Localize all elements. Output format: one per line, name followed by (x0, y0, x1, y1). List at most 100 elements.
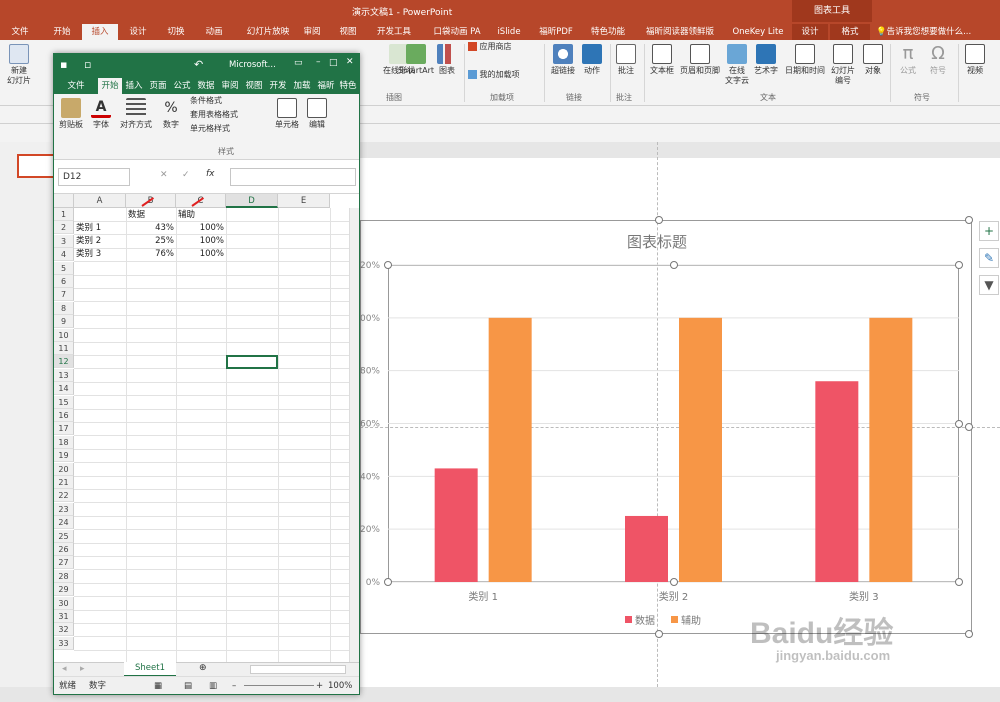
wordart-button[interactable]: 艺术字 (752, 42, 780, 90)
row-header[interactable]: 16 (54, 409, 74, 422)
clipboard-button[interactable]: 剪贴板 (56, 96, 86, 144)
row-header[interactable]: 27 (54, 556, 74, 570)
tab-islide[interactable]: iSlide (494, 24, 524, 40)
col-header-d[interactable]: D (226, 194, 278, 208)
xl-tab-view[interactable]: 视图 (242, 78, 266, 94)
row-header[interactable]: 4 (54, 248, 74, 262)
cell-b2[interactable]: 43% (126, 222, 174, 235)
spreadsheet-grid[interactable]: A B C D E 123456789101112131415161718192… (54, 194, 359, 662)
bar-1-2[interactable] (625, 515, 668, 582)
tab-insert[interactable]: 插入 (82, 24, 118, 40)
row-header[interactable]: 5 (54, 261, 74, 275)
x-tick-label[interactable]: 类别 3 (849, 590, 879, 603)
save-icon[interactable]: ▪ (60, 58, 67, 71)
select-all-corner[interactable] (54, 194, 74, 208)
col-header-a[interactable]: A (74, 194, 126, 208)
tab-foxit-reader[interactable]: 福昕阅读器领鲜版 (640, 24, 720, 40)
xl-tab-features[interactable]: 特色 (338, 78, 358, 94)
cell-b4[interactable]: 76% (126, 248, 174, 261)
normal-view-icon[interactable]: ▦ (154, 677, 162, 695)
cell-a4[interactable]: 类别 3 (76, 248, 101, 261)
tab-view[interactable]: 视图 (332, 24, 364, 40)
next-sheet-icon[interactable]: ▸ (80, 664, 85, 674)
resize-handle[interactable] (655, 216, 663, 224)
bar-1-1[interactable] (434, 468, 478, 582)
y-tick-label[interactable]: 100% (360, 314, 380, 324)
tab-developer[interactable]: 开发工具 (372, 24, 416, 40)
resize-handle[interactable] (965, 423, 973, 431)
tab-transitions[interactable]: 切换 (158, 24, 194, 40)
bar-2-3[interactable] (869, 317, 913, 582)
xl-tab-file[interactable]: 文件 (58, 78, 94, 94)
xl-tab-foxit[interactable]: 福昕 (314, 78, 338, 94)
minimize-icon[interactable]: – (316, 57, 321, 67)
video-button[interactable]: 视频 (962, 42, 988, 90)
cell-c2[interactable]: 100% (176, 222, 224, 235)
plot-handle[interactable] (955, 578, 963, 586)
row-header[interactable]: 6 (54, 275, 74, 288)
table-format-button[interactable]: 套用表格格式 (190, 110, 270, 122)
row-header[interactable]: 9 (54, 315, 74, 329)
cancel-icon[interactable]: ✕ (160, 170, 168, 180)
prev-sheet-icon[interactable]: ◂ (62, 664, 67, 674)
smartart-button[interactable]: SmartArt (396, 42, 436, 90)
row-header[interactable]: 14 (54, 382, 74, 396)
row-header[interactable]: 24 (54, 516, 74, 530)
cell-b3[interactable]: 25% (126, 235, 174, 248)
tab-pocket-animation[interactable]: 口袋动画 PA (424, 24, 490, 40)
xl-tab-developer[interactable]: 开发 (266, 78, 290, 94)
plot-handle[interactable] (670, 578, 678, 586)
my-addins-button[interactable]: 我的加载项 (468, 70, 540, 84)
confirm-icon[interactable]: ✓ (182, 170, 190, 180)
zoom-in-icon[interactable]: + (316, 677, 323, 695)
textbox-button[interactable]: 文本框 (646, 42, 678, 90)
page-layout-icon[interactable]: ▤ (184, 677, 192, 695)
cell-style-button[interactable]: 单元格样式 (190, 124, 270, 136)
tab-animations[interactable]: 动画 (196, 24, 232, 40)
formula-button[interactable]: π 公式 (894, 42, 922, 90)
row-header[interactable]: 26 (54, 543, 74, 556)
vertical-scrollbar[interactable] (349, 208, 359, 662)
plot-handle[interactable] (955, 420, 963, 428)
cell-a3[interactable]: 类别 2 (76, 235, 101, 248)
tab-chart-format[interactable]: 格式 (830, 24, 870, 40)
xl-tab-review[interactable]: 审阅 (218, 78, 242, 94)
plot-handle[interactable] (384, 261, 392, 269)
xl-tab-addins[interactable]: 加载 (290, 78, 314, 94)
legend-label[interactable]: 数据 (635, 614, 655, 627)
legend-swatch[interactable] (671, 616, 678, 623)
tab-chart-design[interactable]: 设计 (792, 24, 828, 40)
symbol-button[interactable]: Ω 符号 (924, 42, 952, 90)
chart-styles-button[interactable]: ✎ (979, 248, 999, 268)
tab-features[interactable]: 特色功能 (586, 24, 630, 40)
zoom-out-icon[interactable]: – (232, 677, 236, 695)
plot-handle[interactable] (670, 261, 678, 269)
resize-handle[interactable] (965, 216, 973, 224)
row-header[interactable]: 23 (54, 502, 74, 516)
cell-c1[interactable]: 辅助 (178, 209, 195, 222)
row-header[interactable]: 20 (54, 462, 74, 476)
formula-input[interactable] (230, 168, 356, 186)
row-header[interactable]: 2 (54, 221, 74, 235)
bar-2-2[interactable] (679, 317, 722, 582)
row-header[interactable]: 8 (54, 301, 74, 315)
row-header[interactable]: 30 (54, 596, 74, 610)
comment-button[interactable]: 批注 (612, 42, 640, 90)
row-header[interactable]: 31 (54, 610, 74, 623)
close-icon[interactable]: ✕ (346, 57, 354, 67)
xl-tab-insert[interactable]: 插入 (122, 78, 146, 94)
plot-handle[interactable] (955, 261, 963, 269)
resize-handle[interactable] (655, 630, 663, 638)
y-tick-label[interactable]: 120% (360, 261, 380, 271)
resize-handle[interactable] (965, 630, 973, 638)
number-format-button[interactable]: % 数字 (158, 96, 184, 144)
page-break-icon[interactable]: ▥ (209, 677, 217, 695)
cell-c3[interactable]: 100% (176, 235, 224, 248)
excel-window[interactable]: ▪ ▫ ↶ Microsoft... ▭ – □ ✕ 文件 开始 插入 页面 公… (53, 53, 360, 695)
cell-a2[interactable]: 类别 1 (76, 222, 101, 235)
row-header[interactable]: 11 (54, 342, 74, 355)
bar-1-3[interactable] (815, 381, 859, 582)
col-header-e[interactable]: E (278, 194, 330, 208)
hyperlink-button[interactable]: 超链接 (548, 42, 578, 90)
row-header[interactable]: 13 (54, 368, 74, 382)
